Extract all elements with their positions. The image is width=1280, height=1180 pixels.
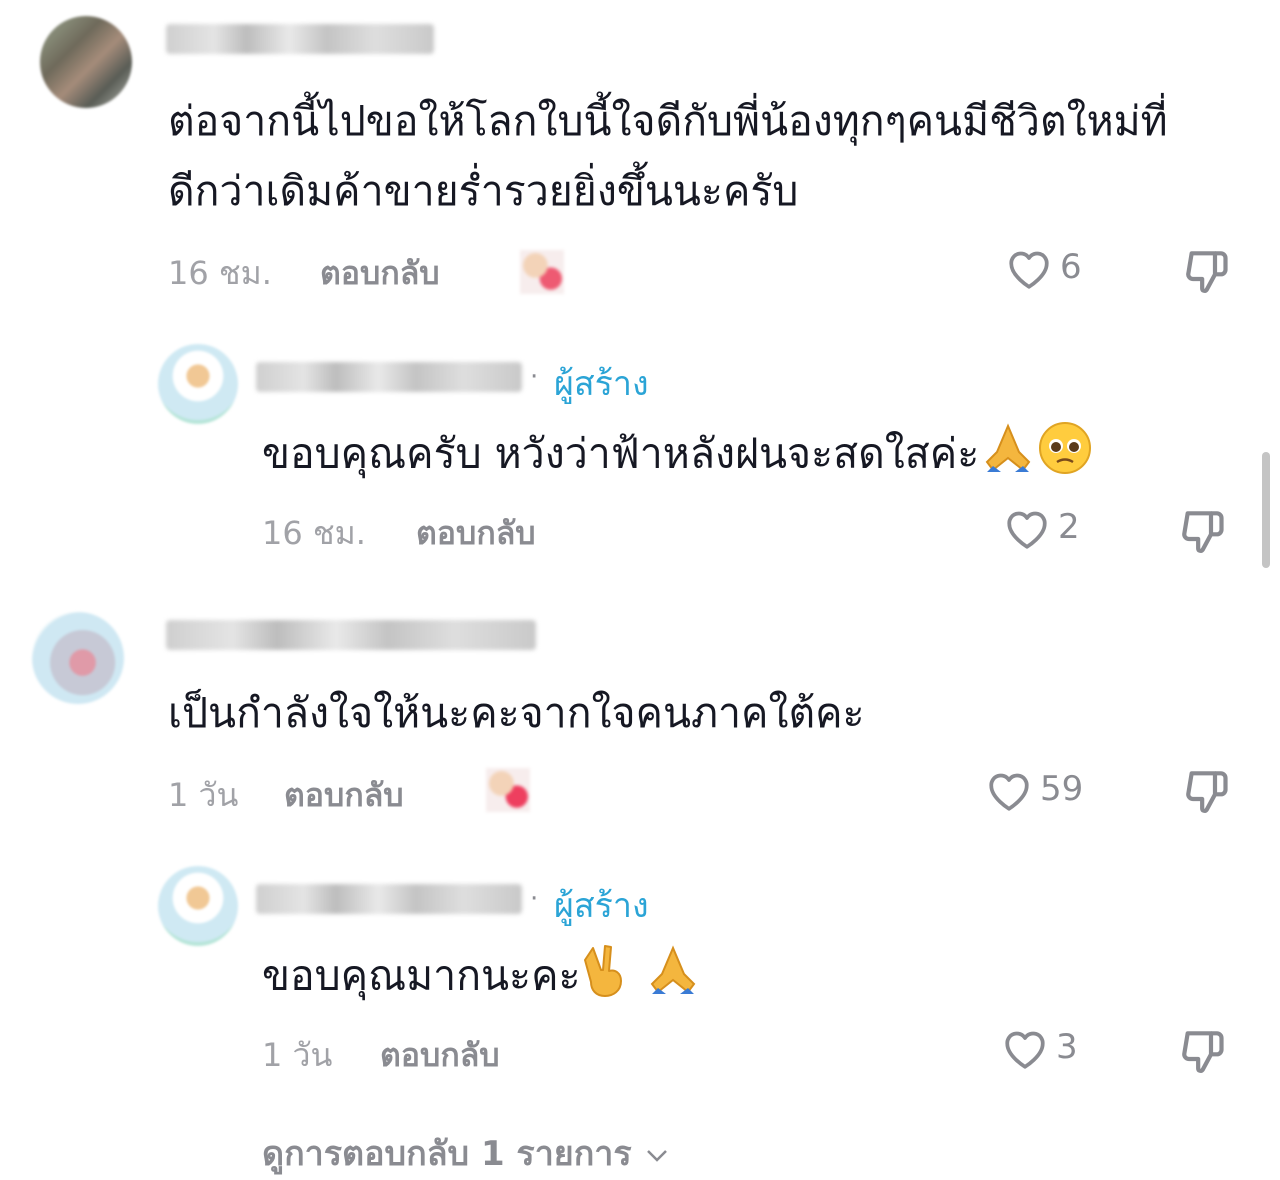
thumbs-down-icon[interactable] (1176, 504, 1232, 560)
avatar[interactable] (32, 612, 124, 704)
reply-button[interactable]: ตอบกลับ (380, 1030, 500, 1081)
thumbs-down-icon[interactable] (1180, 244, 1236, 300)
chevron-down-icon (646, 1150, 667, 1162)
heart-outline-icon (989, 773, 1029, 811)
like-count: 3 (1056, 1027, 1078, 1067)
view-more-replies-button[interactable]: ดูการตอบกลับ 1 รายการ (262, 1126, 670, 1180)
reaction-sticker (520, 250, 564, 294)
heart-outline-icon (1005, 1031, 1045, 1069)
scrollbar[interactable] (1262, 452, 1270, 568)
timestamp: 1 วัน (262, 1036, 333, 1074)
timestamp: 1 วัน (168, 776, 239, 814)
heart-outline-icon (1007, 511, 1047, 549)
reply-text: ขอบคุณครับ หวังว่าฟ้าหลังฝนจะสดใสค่ะ (262, 420, 1093, 493)
timestamp: 16 ชม. (168, 254, 272, 292)
like-button[interactable]: 6 (1004, 244, 1082, 290)
separator-dot: · (530, 884, 539, 914)
username[interactable] (166, 620, 536, 650)
thumbs-down-icon[interactable] (1176, 1024, 1232, 1080)
reply-button[interactable]: ตอบกลับ (284, 770, 404, 821)
like-button[interactable]: 2 (1002, 504, 1080, 550)
like-button[interactable]: 59 (984, 766, 1083, 812)
like-count: 2 (1058, 507, 1080, 547)
reply-button[interactable]: ตอบกลับ (416, 508, 536, 559)
folded-hands-emoji (979, 422, 1037, 491)
reply-text: ขอบคุณมากนะคะ (262, 942, 702, 1015)
avatar[interactable] (40, 16, 132, 108)
creator-badge: ผู้สร้าง (554, 886, 649, 926)
thumbs-down-icon[interactable] (1180, 764, 1236, 820)
username[interactable] (166, 24, 434, 54)
creator-badge: ผู้สร้าง (554, 364, 649, 404)
username[interactable] (256, 362, 522, 392)
reaction-sticker (486, 768, 530, 812)
avatar[interactable] (158, 344, 238, 424)
username[interactable] (256, 884, 522, 914)
folded-hands-emoji (644, 944, 702, 1013)
reply-button[interactable]: ตอบกลับ (320, 248, 440, 299)
like-count: 6 (1060, 247, 1082, 287)
like-button[interactable]: 3 (1000, 1024, 1078, 1070)
heart-outline-icon (1009, 251, 1049, 289)
comment-text: ดีกว่าเดิมค้าขายร่ำรวยยิ่งขึ้นนะครับ (168, 167, 799, 215)
timestamp: 16 ชม. (262, 514, 366, 552)
comment-text: ต่อจากนี้ไปขอให้โลกใบนี้ใจดีกับพี่น้องทุ… (168, 97, 1168, 145)
pleading-face-emoji (1037, 420, 1093, 493)
separator-dot: · (530, 362, 539, 392)
victory-hand-emoji (581, 942, 631, 1015)
like-count: 59 (1040, 769, 1084, 809)
comment-text: เป็นกำลังใจให้นะคะจากใจคนภาคใต้คะ (168, 689, 865, 737)
avatar[interactable] (158, 866, 238, 946)
